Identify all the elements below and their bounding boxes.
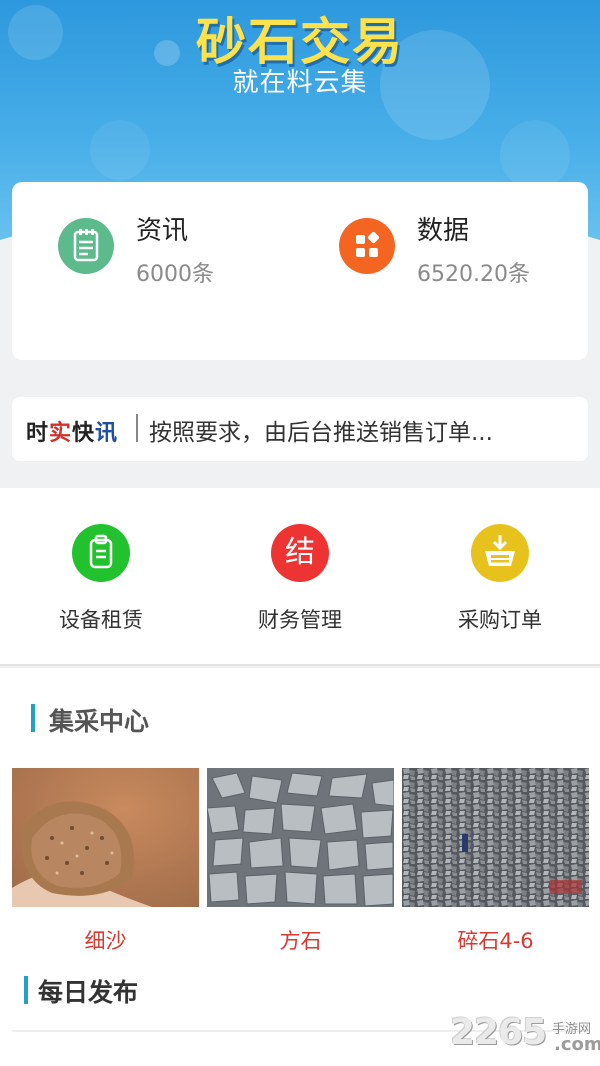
action-label: 财务管理	[258, 608, 342, 632]
equipment-rental-button[interactable]: 设备租赁	[21, 524, 181, 634]
decor-bubble	[90, 120, 150, 180]
section-accent-bar	[24, 976, 28, 1004]
clipboard-icon	[72, 524, 130, 582]
finance-management-button[interactable]: 结 财务管理	[220, 524, 380, 634]
product-card[interactable]: 碎石4-6	[402, 768, 589, 955]
action-label: 设备租赁	[59, 608, 143, 632]
ticker-headline[interactable]: 按照要求，由后台推送销售订单...	[149, 413, 493, 447]
site-watermark: 2265 手游网 .com	[450, 1010, 600, 1066]
gravel-image	[402, 768, 589, 907]
product-name: 方石	[279, 929, 322, 953]
stat-value: 6000条	[136, 262, 214, 287]
watermark-number: 2265	[450, 1012, 547, 1053]
sand-image	[12, 768, 199, 907]
product-card[interactable]: 方石	[207, 768, 394, 955]
news-ticker[interactable]: 时实快讯 按照要求，由后台推送销售订单...	[12, 397, 588, 461]
product-name: 细沙	[84, 929, 127, 953]
stat-label: 资讯	[136, 216, 189, 246]
stats-card: 资讯 6000条 数据 6520.20条	[12, 182, 588, 360]
procurement-section: 集采中心 细沙 方石 碎石4-6 每日发布	[0, 668, 600, 1066]
stat-label: 数据	[417, 216, 470, 246]
watermark-suffix: .com	[554, 1034, 600, 1055]
ticker-brand-logo: 时实快讯	[26, 420, 119, 446]
grid-icon	[339, 218, 395, 274]
section-title: 每日发布	[38, 978, 139, 1007]
settle-icon: 结	[271, 524, 329, 582]
app-subtitle: 就在料云集	[232, 68, 368, 98]
section-title: 集采中心	[49, 707, 150, 736]
basket-icon	[471, 524, 529, 582]
stone-image	[207, 768, 394, 907]
stat-value: 6520.20条	[417, 262, 530, 287]
purchase-order-button[interactable]: 采购订单	[420, 524, 580, 634]
ticker-divider	[136, 414, 138, 442]
action-label: 采购订单	[458, 608, 542, 632]
product-name: 碎石4-6	[457, 929, 534, 953]
decor-bubble	[500, 120, 570, 190]
quick-actions: 设备租赁 结 财务管理 采购订单	[0, 488, 600, 666]
section-accent-bar	[31, 704, 35, 732]
product-card[interactable]: 细沙	[12, 768, 199, 955]
document-icon	[58, 218, 114, 274]
